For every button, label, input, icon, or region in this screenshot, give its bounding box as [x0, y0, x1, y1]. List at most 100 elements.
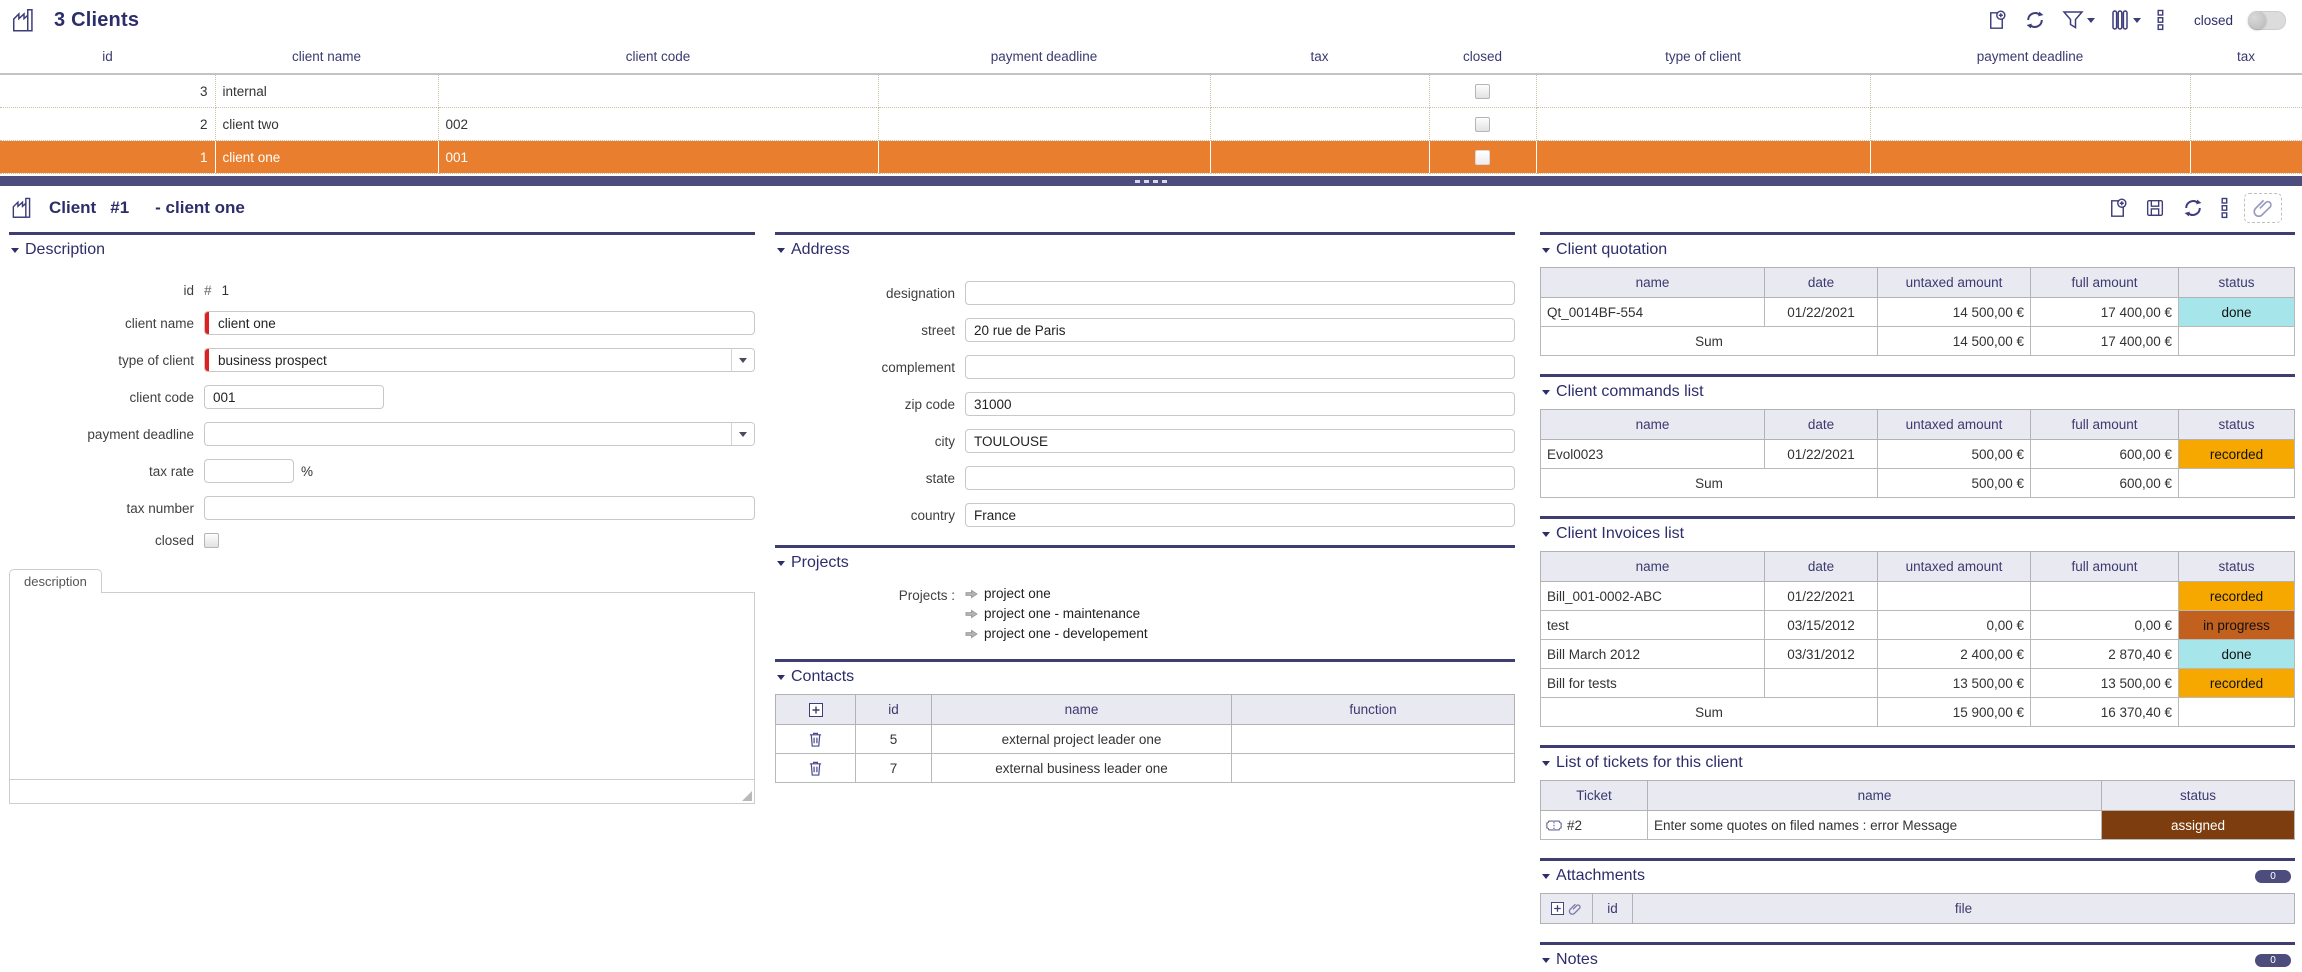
invoice-row[interactable]: Bill_001-0002-ABC 01/22/2021 recorded	[1541, 582, 2295, 611]
type-of-client-dropdown-button[interactable]	[731, 349, 754, 371]
clients-list-pane: 3 Clients	[0, 0, 2302, 176]
contact-row[interactable]: 7 external business leader one	[776, 754, 1515, 783]
invoice-row[interactable]: Bill March 2012 03/31/2012 2 400,00 € 2 …	[1541, 640, 2295, 669]
col-header-function: function	[1232, 695, 1515, 725]
designation-label: designation	[775, 286, 965, 301]
country-input[interactable]	[965, 503, 1515, 527]
table-row[interactable]: 3 internal	[0, 74, 2302, 108]
add-contact-button[interactable]	[809, 703, 823, 717]
col-header-payment-deadline: payment deadline	[878, 40, 1210, 74]
projects-list: project one project one - maintenance pr…	[965, 586, 1148, 641]
contact-row[interactable]: 5 external project leader one	[776, 725, 1515, 754]
section-contacts-header[interactable]: Contacts	[775, 662, 1515, 690]
cell-name: Enter some quotes on filed names : error…	[1648, 811, 2102, 840]
closed-checkbox[interactable]	[204, 533, 219, 548]
designation-input[interactable]	[965, 281, 1515, 305]
add-record-icon[interactable]	[2106, 197, 2129, 220]
closed-checkbox[interactable]	[1475, 150, 1490, 165]
resize-handle[interactable]	[742, 791, 752, 801]
tax-number-input[interactable]	[204, 496, 755, 520]
columns-icon[interactable]	[2110, 9, 2141, 31]
detail-title-prefix: Client	[49, 198, 96, 218]
filter-icon[interactable]	[2062, 10, 2095, 30]
commands-table: name date untaxed amount full amount sta…	[1540, 409, 2295, 498]
invoice-row[interactable]: Bill for tests 13 500,00 € 13 500,00 € r…	[1541, 669, 2295, 698]
project-link[interactable]: project one - developement	[965, 626, 1148, 641]
payment-deadline-select[interactable]	[204, 422, 755, 446]
section-projects-header[interactable]: Projects	[775, 548, 1515, 576]
attachments-count-badge: 0	[2255, 870, 2291, 883]
client-code-input[interactable]	[204, 385, 384, 409]
link-attachment-button[interactable]	[1568, 902, 1582, 916]
section-quotation-header[interactable]: Client quotation	[1540, 235, 2295, 263]
table-row-selected[interactable]: 1 client one 001	[0, 141, 2302, 174]
section-invoices-header[interactable]: Client Invoices list	[1540, 519, 2295, 547]
closed-checkbox[interactable]	[1475, 117, 1490, 132]
pane-splitter[interactable]	[0, 176, 2302, 186]
cell-untaxed: 14 500,00 €	[1878, 298, 2031, 327]
col-header-ticket: Ticket	[1541, 781, 1648, 811]
add-record-icon[interactable]	[1985, 9, 2008, 32]
cell-actions	[776, 725, 856, 754]
status-badge: assigned	[2102, 811, 2295, 840]
section-notes-header[interactable]: Notes 0	[1540, 945, 2295, 972]
section-address-header[interactable]: Address	[775, 235, 1515, 263]
closed-toggle[interactable]	[2248, 11, 2286, 30]
section-title: Client commands list	[1556, 383, 1704, 401]
complement-input[interactable]	[965, 355, 1515, 379]
project-link[interactable]: project one	[965, 586, 1148, 601]
col-header-name: name	[1648, 781, 2102, 811]
col-header-file: file	[1633, 894, 2295, 924]
clients-header-row: id client name client code payment deadl…	[0, 40, 2302, 74]
cell-payment-deadline	[878, 108, 1210, 141]
refresh-icon[interactable]	[2023, 8, 2047, 32]
section-description-header[interactable]: Description	[9, 235, 755, 263]
refresh-icon[interactable]	[2181, 196, 2205, 220]
attachments-actions-header	[1541, 894, 1593, 924]
more-menu-icon[interactable]	[2156, 9, 2165, 31]
city-input[interactable]	[965, 429, 1515, 453]
street-label: street	[775, 323, 965, 338]
payment-deadline-dropdown-button[interactable]	[731, 423, 754, 445]
cell-date: 01/22/2021	[1765, 298, 1878, 327]
cell-payment-deadline	[878, 74, 1210, 108]
col-header-full: full amount	[2031, 410, 2179, 440]
street-input[interactable]	[965, 318, 1515, 342]
sum-status-empty	[2179, 698, 2295, 727]
col-header-client-name: client name	[215, 40, 438, 74]
quotation-row[interactable]: Qt_0014BF-554 01/22/2021 14 500,00 € 17 …	[1541, 298, 2295, 327]
state-input[interactable]	[965, 466, 1515, 490]
ticket-row[interactable]: #2 Enter some quotes on filed names : er…	[1541, 811, 2295, 840]
invoice-row[interactable]: test 03/15/2012 0,00 € 0,00 € in progres…	[1541, 611, 2295, 640]
sum-untaxed: 15 900,00 €	[1878, 698, 2031, 727]
type-of-client-select[interactable]	[204, 348, 755, 372]
delete-contact-button[interactable]	[808, 760, 823, 777]
col-header-status: status	[2179, 552, 2295, 582]
closed-checkbox[interactable]	[1475, 84, 1490, 99]
col-header-untaxed: untaxed amount	[1878, 552, 2031, 582]
col-header-id: id	[1593, 894, 1633, 924]
sum-full: 17 400,00 €	[2031, 327, 2179, 356]
projects-label: Projects :	[775, 586, 965, 641]
more-menu-icon[interactable]	[2220, 197, 2229, 219]
section-tickets-header[interactable]: List of tickets for this client	[1540, 748, 2295, 776]
cell-actions	[776, 754, 856, 783]
command-row[interactable]: Evol0023 01/22/2021 500,00 € 600,00 € re…	[1541, 440, 2295, 469]
add-attachment-button[interactable]	[1551, 902, 1564, 915]
tax-rate-input[interactable]	[204, 459, 294, 483]
description-textarea[interactable]	[10, 593, 754, 779]
table-row[interactable]: 2 client two 002	[0, 108, 2302, 141]
client-name-input[interactable]	[204, 311, 755, 335]
collapse-triangle-icon	[1542, 532, 1550, 537]
project-link[interactable]: project one - maintenance	[965, 606, 1148, 621]
attachment-dropzone[interactable]	[2244, 193, 2282, 223]
col-header-full: full amount	[2031, 552, 2179, 582]
col-header-status: status	[2102, 781, 2295, 811]
ticket-number: #2	[1567, 818, 1582, 833]
section-attachments-header[interactable]: Attachments 0	[1540, 861, 2295, 889]
section-commands-header[interactable]: Client commands list	[1540, 377, 2295, 405]
save-icon[interactable]	[2144, 197, 2166, 219]
delete-contact-button[interactable]	[808, 731, 823, 748]
zip-code-input[interactable]	[965, 392, 1515, 416]
tab-description[interactable]: description	[9, 569, 102, 593]
